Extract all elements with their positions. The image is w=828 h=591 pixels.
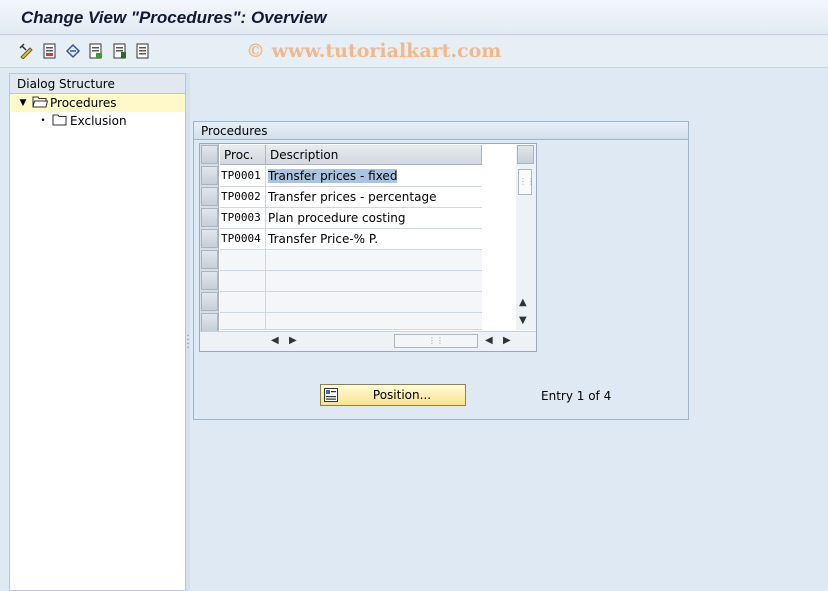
proc-cell[interactable]: TP0002	[220, 187, 266, 207]
table-settings-button[interactable]	[517, 145, 534, 164]
dialog-structure-panel: Dialog Structure ▼ Procedures • Exclusio…	[9, 73, 186, 591]
description-cell[interactable]: Transfer prices - fixed	[266, 166, 482, 186]
page-title: Change View "Procedures": Overview	[21, 8, 327, 27]
description-cell[interactable]	[266, 250, 482, 270]
scroll-thumb[interactable]: ⋮⋮	[518, 169, 535, 195]
delete-icon[interactable]	[111, 42, 129, 60]
title-bar: Change View "Procedures": Overview	[0, 0, 828, 35]
group-title: Procedures	[194, 122, 688, 140]
vertical-scrollbar[interactable]: ⋮⋮ ▲ ▼	[516, 145, 536, 330]
application-toolbar: © www.tutorialkart.com	[0, 36, 828, 68]
table-row[interactable]: TP0004 Transfer Price-% P.	[220, 229, 482, 250]
column-header-proc[interactable]: Proc.	[220, 145, 266, 165]
description-text: Transfer prices - fixed	[268, 169, 398, 183]
scroll-right-icon[interactable]: ▶	[289, 335, 297, 346]
leaf-bullet-icon: •	[40, 116, 46, 126]
tree-item-label: Procedures	[50, 96, 117, 110]
panel-splitter[interactable]: · · · ·	[186, 73, 190, 591]
tree-item-label: Exclusion	[70, 114, 127, 128]
row-selector[interactable]	[201, 313, 218, 332]
open-folder-icon	[32, 95, 49, 111]
row-selector[interactable]	[201, 208, 218, 227]
row-selector-column	[200, 144, 219, 332]
procedures-group: Procedures Proc. Description TP0001 Tran…	[193, 121, 689, 420]
row-selector[interactable]	[201, 250, 218, 269]
empty-row[interactable]	[220, 250, 482, 271]
proc-cell[interactable]	[220, 313, 266, 330]
description-cell[interactable]: Transfer Price-% P.	[266, 229, 482, 249]
proc-cell[interactable]: TP0001	[220, 166, 266, 186]
horizontal-scrollbar[interactable]: ◀ ▶ ⋮⋮ ◀ ▶	[200, 331, 536, 351]
proc-cell[interactable]	[220, 292, 266, 312]
entry-counter: Entry 1 of 4	[541, 389, 612, 403]
proc-cell[interactable]	[220, 271, 266, 291]
folder-icon	[52, 113, 68, 129]
column-header-description[interactable]: Description	[266, 145, 482, 165]
scroll-down-icon[interactable]: ▼	[519, 315, 527, 326]
description-cell[interactable]	[266, 271, 482, 291]
scroll-left-icon[interactable]: ◀	[485, 335, 493, 346]
new-entries-icon[interactable]	[41, 42, 59, 60]
row-selector[interactable]	[201, 292, 218, 311]
row-selector[interactable]	[201, 187, 218, 206]
description-cell[interactable]	[266, 313, 482, 330]
proc-cell[interactable]	[220, 250, 266, 270]
description-cell[interactable]: Plan procedure costing	[266, 208, 482, 228]
table-row[interactable]: TP0001 Transfer prices - fixed	[220, 166, 482, 187]
copy-as-icon[interactable]	[87, 42, 105, 60]
proc-cell[interactable]: TP0003	[220, 208, 266, 228]
undo-change-icon[interactable]	[64, 42, 82, 60]
splitter-grip-icon: · · · ·	[186, 331, 190, 354]
hscroll-thumb[interactable]: ⋮⋮	[394, 334, 478, 348]
row-selector[interactable]	[201, 271, 218, 290]
scroll-right-icon[interactable]: ▶	[503, 335, 511, 346]
display-change-icon[interactable]	[18, 42, 36, 60]
table-row[interactable]: TP0002 Transfer prices - percentage	[220, 187, 482, 208]
table-row[interactable]: TP0003 Plan procedure costing	[220, 208, 482, 229]
select-all-rows-button[interactable]	[201, 145, 218, 164]
empty-row[interactable]	[220, 292, 482, 313]
description-cell[interactable]: Transfer prices - percentage	[266, 187, 482, 207]
expand-triangle-icon[interactable]: ▼	[18, 98, 28, 108]
procedures-table: Proc. Description TP0001 Transfer prices…	[199, 143, 537, 352]
proc-cell[interactable]: TP0004	[220, 229, 266, 249]
empty-row[interactable]	[220, 271, 482, 292]
scroll-left-icon[interactable]: ◀	[271, 335, 279, 346]
watermark: © www.tutorialkart.com	[246, 40, 502, 62]
empty-row[interactable]	[220, 313, 482, 330]
description-cell[interactable]	[266, 292, 482, 312]
position-button-label: Position...	[372, 388, 432, 402]
row-selector[interactable]	[201, 166, 218, 185]
tree-item-procedures[interactable]: ▼ Procedures	[10, 94, 185, 112]
row-selector[interactable]	[201, 229, 218, 248]
dialog-structure-header: Dialog Structure	[10, 74, 185, 94]
position-button[interactable]: Position...	[320, 384, 466, 406]
tree-item-exclusion[interactable]: • Exclusion	[10, 112, 185, 130]
select-all-icon[interactable]	[134, 42, 152, 60]
scroll-up-icon[interactable]: ▲	[519, 297, 527, 308]
